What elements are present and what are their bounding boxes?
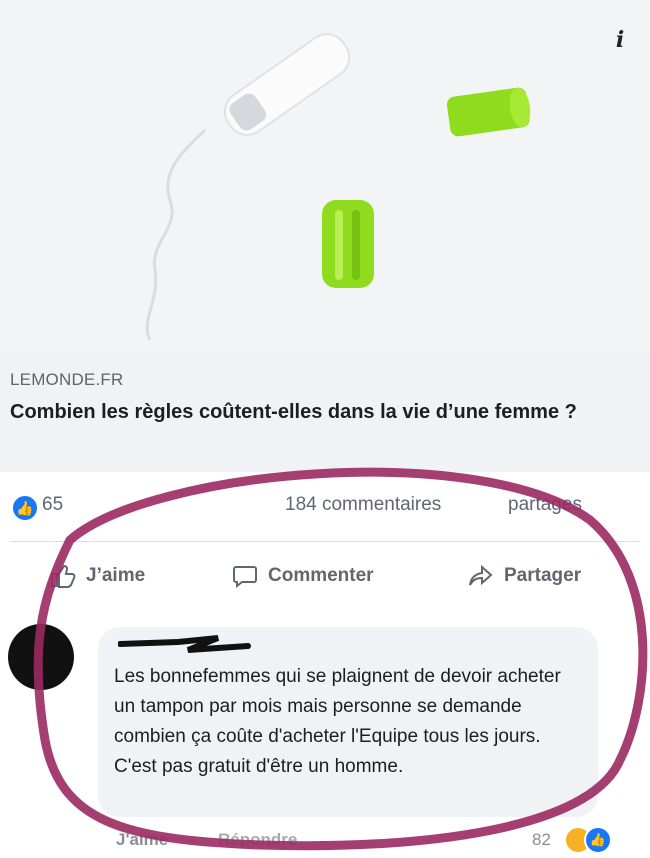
applicator-tube-icon: [322, 200, 374, 288]
share-label: Partager: [504, 565, 582, 586]
comment-like-link[interactable]: J'aime: [116, 830, 168, 850]
share-arrow-icon: [469, 564, 493, 586]
redacted-commenter-name: [118, 635, 251, 653]
comment-reaction-count[interactable]: 82: [532, 830, 551, 850]
commenter-avatar[interactable]: [8, 624, 74, 690]
article-image[interactable]: i: [0, 0, 650, 352]
comment-label: Commenter: [268, 565, 374, 586]
comment-text: Les bonnefemmes qui se plaignent de devo…: [114, 666, 561, 777]
like-label: J’aime: [86, 565, 146, 586]
comment-bubble-icon: [233, 566, 257, 588]
reactions-bar: 👍 65 184 commentaires partages: [0, 488, 650, 524]
link-source: LEMONDE.FR: [10, 370, 124, 389]
comment-reply-link[interactable]: Répondre: [218, 830, 297, 850]
shares-count[interactable]: partages: [508, 494, 582, 516]
like-reaction-icon: 👍: [584, 826, 612, 854]
tampon-icon: [223, 33, 351, 136]
comments-count[interactable]: 184 commentaires: [285, 494, 441, 516]
tampon-string: [145, 128, 207, 341]
thumbs-up-icon: [51, 564, 76, 588]
comment-footer: J'aime Répondre 82 👍: [110, 826, 630, 856]
post-actions: J’aime Commenter Partager: [0, 556, 650, 600]
likes-count[interactable]: 65: [42, 494, 63, 516]
link-headline[interactable]: Combien les règles coûtent-elles dans la…: [10, 398, 630, 426]
divider: [10, 541, 640, 542]
like-button[interactable]: J’aime: [50, 564, 145, 588]
applicator-cap-icon: [446, 87, 531, 137]
comment-button[interactable]: Commenter: [232, 564, 374, 588]
share-button[interactable]: Partager: [468, 564, 581, 588]
info-icon[interactable]: i: [610, 29, 630, 51]
thumbs-up-reaction-icon: 👍: [11, 494, 39, 522]
